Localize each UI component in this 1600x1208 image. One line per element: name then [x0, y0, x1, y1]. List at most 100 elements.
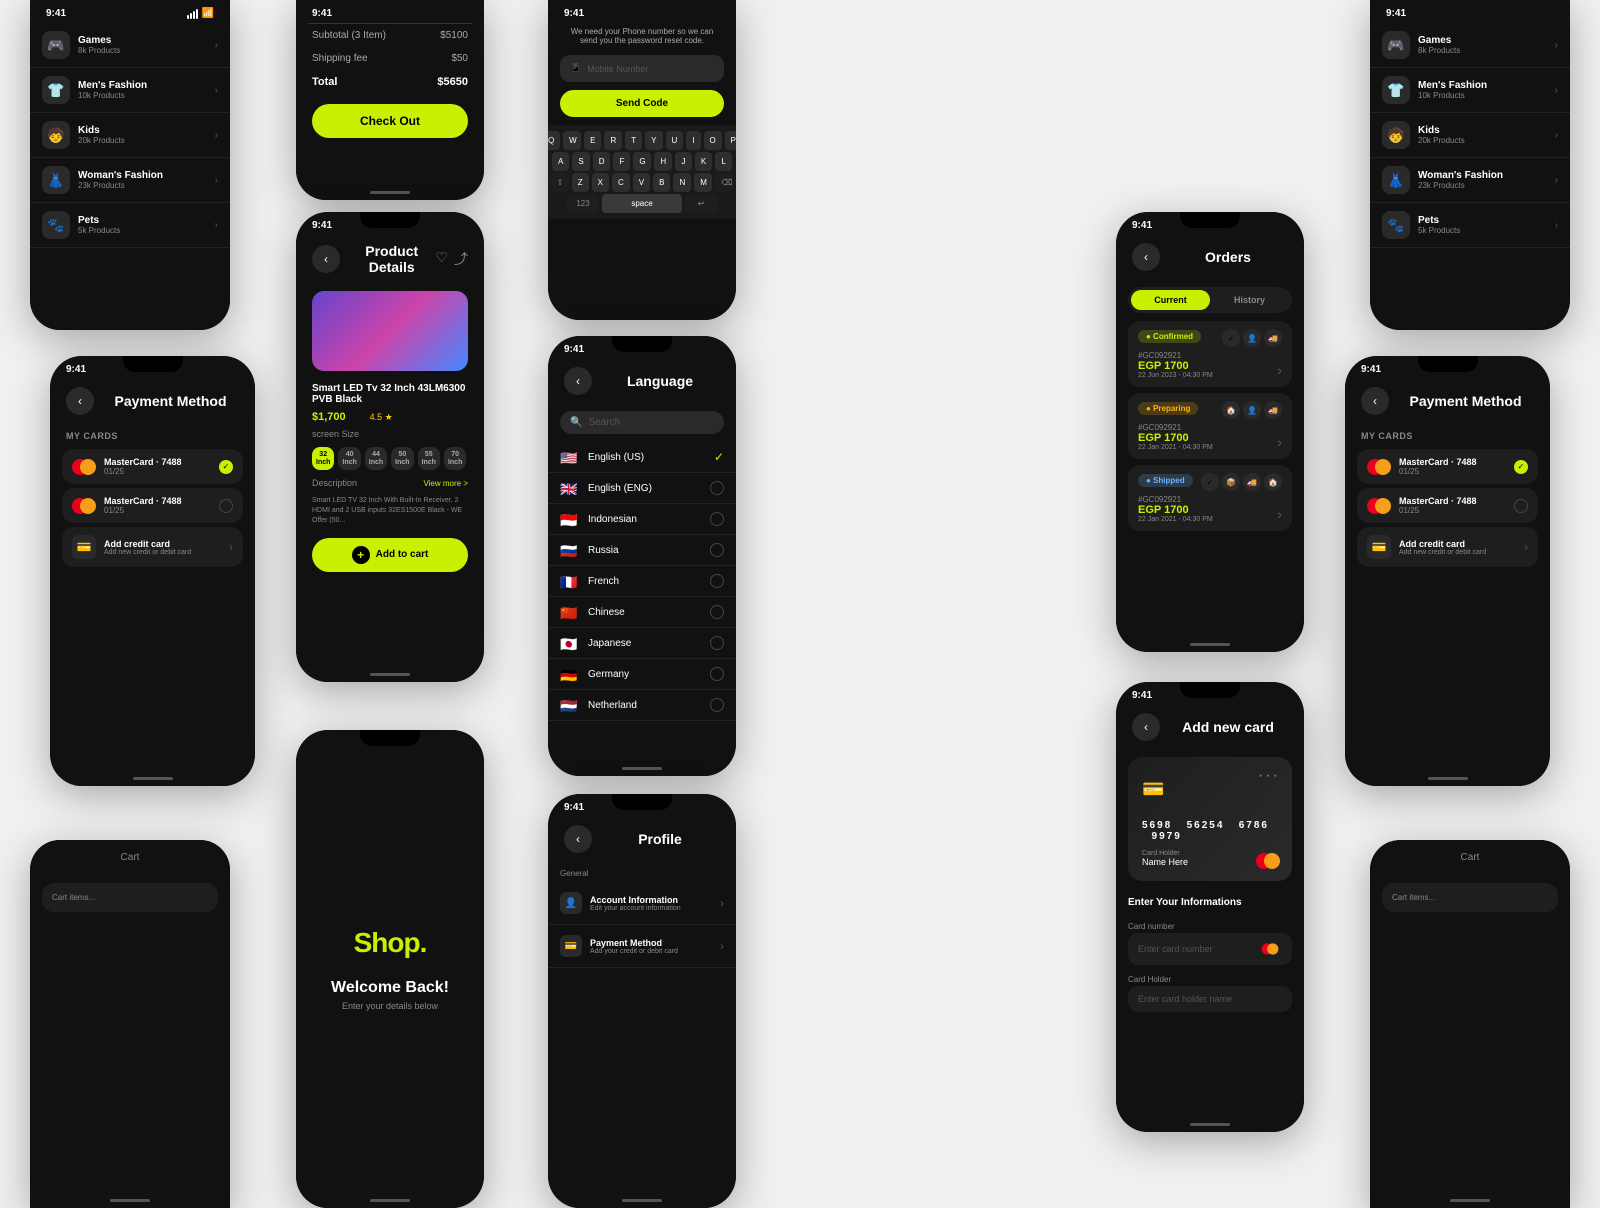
key-return[interactable]: ↩ — [685, 194, 717, 213]
key-u[interactable]: U — [666, 131, 684, 150]
category-item[interactable]: 🐾 Pets 5k Products › — [1370, 203, 1570, 248]
key-d[interactable]: D — [593, 152, 611, 171]
shipping-label: Shipping fee — [312, 53, 368, 64]
key-m[interactable]: M — [694, 173, 712, 192]
card-item-2-right[interactable]: MasterCard · 7488 01/25 — [1357, 488, 1538, 523]
key-v[interactable]: V — [633, 173, 650, 192]
category-item[interactable]: 👗 Woman's Fashion 23k Products › — [30, 158, 230, 203]
order-card-3[interactable]: ● Shipped ✓ 📦 🚚 🏠 #GC092921 EGP 1700 22 … — [1128, 465, 1292, 531]
category-item[interactable]: 🎮 Games 8k Products › — [30, 23, 230, 68]
key-w[interactable]: W — [563, 131, 581, 150]
size-chip[interactable]: 55 Inch — [418, 447, 440, 470]
key-space[interactable]: space — [602, 194, 682, 213]
card-item-1-left[interactable]: MasterCard · 7488 01/25 ✓ — [62, 449, 243, 484]
key-g[interactable]: G — [633, 152, 651, 171]
language-item[interactable]: 🇯🇵 Japanese — [548, 628, 736, 659]
order-icon-user2: 👤 — [1243, 401, 1261, 419]
order-card-1[interactable]: ● Confirmed ✓ 👤 🚚 #GC092921 EGP 1700 22 … — [1128, 321, 1292, 387]
key-k[interactable]: K — [695, 152, 712, 171]
wishlist-icon[interactable]: ♡ — [435, 249, 448, 269]
key-backspace[interactable]: ⌫ — [715, 173, 733, 192]
view-more-btn[interactable]: View more > — [423, 479, 468, 488]
order-card-2[interactable]: ● Preparing 🏠 👤 🚚 #GC092921 EGP 1700 22 … — [1128, 393, 1292, 459]
language-item[interactable]: 🇺🇸 English (US) ✓ — [548, 442, 736, 473]
language-item[interactable]: 🇨🇳 Chinese — [548, 597, 736, 628]
key-j[interactable]: J — [675, 152, 692, 171]
order-id-3: #GC092921 — [1138, 495, 1282, 504]
category-item[interactable]: 👕 Men's Fashion 10k Products › — [1370, 68, 1570, 113]
size-chip[interactable]: 40 Inch — [338, 447, 360, 470]
category-item[interactable]: 🧒 Kids 20k Products › — [30, 113, 230, 158]
add-card-item-left[interactable]: 💳 Add credit card Add new credit or debi… — [62, 527, 243, 567]
language-item[interactable]: 🇬🇧 English (ENG) — [548, 473, 736, 504]
order-date-2: 22 Jan 2021 - 04:30 PM — [1138, 444, 1213, 451]
profile-back-btn[interactable]: ‹ — [564, 825, 592, 853]
card-inactive-indicator — [219, 499, 233, 513]
pay-left-back-btn[interactable]: ‹ — [66, 387, 94, 415]
size-chip[interactable]: 44 Inch — [365, 447, 387, 470]
language-item[interactable]: 🇫🇷 French — [548, 566, 736, 597]
language-item[interactable]: 🇩🇪 Germany — [548, 659, 736, 690]
addcard-back-btn[interactable]: ‹ — [1132, 713, 1160, 741]
key-z[interactable]: Z — [572, 173, 589, 192]
key-h[interactable]: H — [654, 152, 672, 171]
key-y[interactable]: Y — [645, 131, 662, 150]
lang-back-btn[interactable]: ‹ — [564, 367, 592, 395]
category-item[interactable]: 👗 Woman's Fashion 23k Products › — [1370, 158, 1570, 203]
language-item[interactable]: 🇮🇩 Indonesian — [548, 504, 736, 535]
key-s[interactable]: S — [572, 152, 589, 171]
mastercard-icon-right-1 — [1367, 459, 1391, 475]
category-item[interactable]: 👕 Men's Fashion 10k Products › — [30, 68, 230, 113]
key-t[interactable]: T — [625, 131, 642, 150]
lang-search[interactable]: 🔍 Search — [560, 411, 724, 434]
tab-history[interactable]: History — [1210, 290, 1289, 310]
card-number-input[interactable]: Enter card number — [1128, 933, 1292, 965]
size-chip[interactable]: 50 Inch — [391, 447, 413, 470]
add-to-cart-button[interactable]: + Add to cart — [312, 538, 468, 572]
key-p[interactable]: P — [725, 131, 736, 150]
account-sub: Edit your account information — [590, 905, 720, 912]
orders-back-btn[interactable]: ‹ — [1132, 243, 1160, 271]
key-r[interactable]: R — [604, 131, 622, 150]
send-code-button[interactable]: Send Code — [560, 90, 724, 117]
order-icon-user: 👤 — [1243, 329, 1261, 347]
size-chip[interactable]: 70 Inch — [444, 447, 466, 470]
checkout-button[interactable]: Check Out — [312, 104, 468, 138]
orders-header: ‹ Orders — [1116, 235, 1304, 279]
key-o[interactable]: O — [704, 131, 722, 150]
card-item-1-right[interactable]: MasterCard · 7488 01/25 ✓ — [1357, 449, 1538, 484]
time-checkout: 9:41 — [312, 8, 332, 19]
tab-current[interactable]: Current — [1131, 290, 1210, 310]
category-item[interactable]: 🎮 Games 8k Products › — [1370, 23, 1570, 68]
category-item[interactable]: 🧒 Kids 20k Products › — [1370, 113, 1570, 158]
key-b[interactable]: B — [653, 173, 670, 192]
key-c[interactable]: C — [612, 173, 630, 192]
product-back-btn[interactable]: ‹ — [312, 245, 340, 273]
key-x[interactable]: X — [592, 173, 609, 192]
card-holder-input[interactable]: Enter card holder name — [1128, 986, 1292, 1012]
mobile-input[interactable]: 📱 Mobile Number — [560, 55, 724, 82]
order-icon-check3: ✓ — [1201, 473, 1219, 491]
card-expiry-2: 01/25 — [104, 506, 211, 515]
key-f[interactable]: F — [613, 152, 630, 171]
profile-item-payment[interactable]: 💳 Payment Method Add your credit or debi… — [548, 925, 736, 968]
size-chip[interactable]: 32 Inch — [312, 447, 334, 470]
key-a[interactable]: A — [552, 152, 569, 171]
profile-item-account[interactable]: 👤 Account Information Edit your account … — [548, 882, 736, 925]
share-icon[interactable]: ⤴ — [454, 249, 468, 269]
pay-right-back-btn[interactable]: ‹ — [1361, 387, 1389, 415]
key-e[interactable]: E — [584, 131, 601, 150]
key-123[interactable]: 123 — [567, 194, 599, 213]
key-shift[interactable]: ⇧ — [551, 173, 569, 192]
language-item[interactable]: 🇷🇺 Russia — [548, 535, 736, 566]
flag-icon: 🇬🇧 — [560, 481, 580, 495]
card-item-2-left[interactable]: MasterCard · 7488 01/25 — [62, 488, 243, 523]
key-i[interactable]: I — [686, 131, 700, 150]
key-n[interactable]: N — [673, 173, 691, 192]
category-item[interactable]: 🐾 Pets 5k Products › — [30, 203, 230, 248]
add-card-item-right[interactable]: 💳 Add credit card Add new credit or debi… — [1357, 527, 1538, 567]
key-q[interactable]: Q — [548, 131, 560, 150]
add-card-chevron-right: › — [1524, 540, 1528, 554]
key-l[interactable]: L — [715, 152, 732, 171]
language-item[interactable]: 🇳🇱 Netherland — [548, 690, 736, 721]
